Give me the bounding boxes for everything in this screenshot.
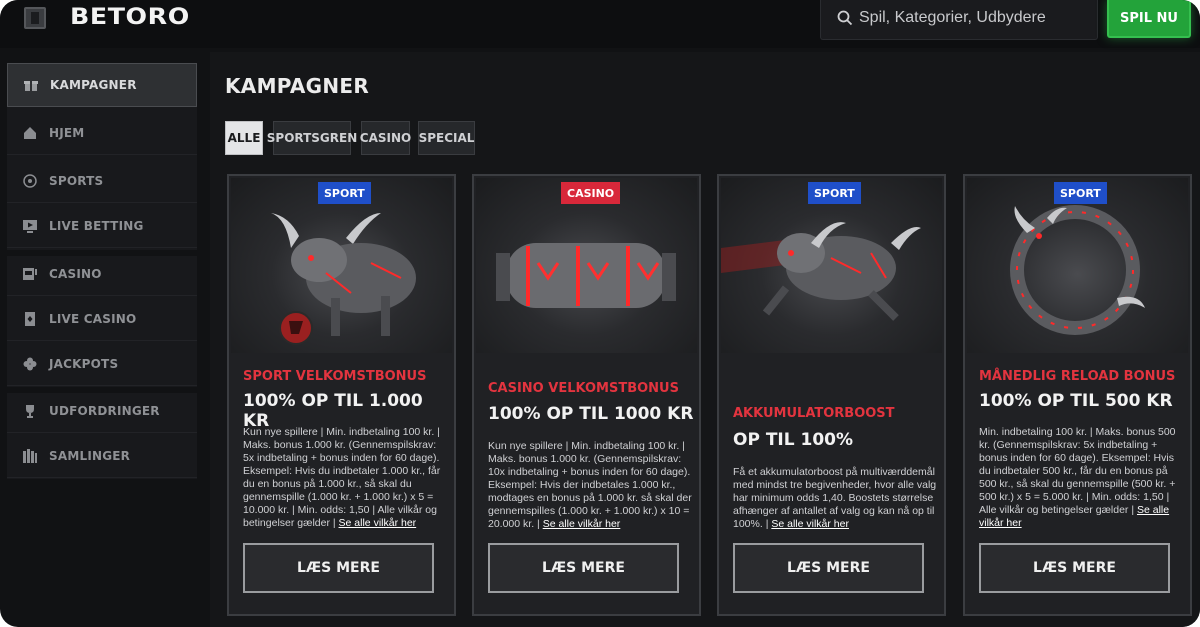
sidebar-item-casino[interactable]: CASINO (7, 252, 197, 296)
gift-icon (23, 77, 39, 93)
sidebar-item-label: JACKPOTS (49, 356, 119, 371)
sidebar-item-label: SAMLINGER (49, 448, 131, 463)
card-description: Kun nye spillere | Min. indbetaling 100 … (243, 426, 441, 529)
home-icon (22, 125, 38, 141)
play-now-button[interactable]: SPIL NU (1107, 0, 1191, 38)
category-tag: SPORT (1054, 182, 1107, 204)
page-title: KAMPAGNER (225, 74, 370, 98)
sidebar-item-label: UDFORDRINGER (49, 403, 160, 418)
main-content: KAMPAGNER ALLE SPORTSGREN CASINO SPECIAL (210, 52, 1200, 627)
sidebar-item-sports[interactable]: SPORTS (7, 159, 197, 203)
sidebar-item-kampagner[interactable]: KAMPAGNER (7, 63, 197, 107)
menu-icon[interactable] (24, 7, 46, 29)
trophy-icon (22, 403, 38, 419)
cards-icon (22, 311, 38, 327)
category-tag: CASINO (561, 182, 621, 204)
football-icon (22, 173, 38, 189)
terms-link[interactable]: Se alle vilkår her (771, 518, 849, 530)
read-more-button[interactable]: LÆS MERE (488, 543, 679, 593)
promo-card-accumulator-boost: SPORT AKKUMULATORBOOST OP TIL 100% Få et… (717, 174, 946, 616)
read-more-button[interactable]: LÆS MERE (733, 543, 924, 593)
card-title: CASINO VELKOMSTBONUS (488, 381, 679, 396)
app-frame: BETORO SPIL NU KAMPAGNER HJEM (0, 0, 1200, 627)
clover-icon (22, 356, 38, 372)
sidebar-item-jackpots[interactable]: JACKPOTS (7, 342, 197, 386)
sidebar-item-udfordringer[interactable]: UDFORDRINGER (7, 389, 197, 433)
slot-reels-image (476, 178, 697, 353)
live-tv-icon (22, 218, 38, 234)
sidebar-item-live-betting[interactable]: LIVE BETTING (7, 204, 197, 248)
sidebar: KAMPAGNER HJEM SPORTS LIVE BETTING CASIN… (7, 63, 197, 479)
read-more-button[interactable]: LÆS MERE (243, 543, 434, 593)
sidebar-item-label: KAMPAGNER (50, 78, 137, 92)
card-headline: OP TIL 100% (733, 430, 854, 450)
sidebar-item-live-casino[interactable]: LIVE CASINO (7, 297, 197, 341)
category-tag: SPORT (808, 182, 861, 204)
collections-icon (22, 448, 38, 464)
promo-card-sport-welcome: SPORT SPORT VELKOMSTBONUS 100% OP TIL 1.… (227, 174, 456, 616)
filter-casino[interactable]: CASINO (360, 121, 411, 155)
sidebar-item-label: HJEM (49, 125, 85, 140)
bull-ring-image (967, 178, 1188, 353)
promo-card-casino-welcome: CASINO CASINO VELKOMSTBONUS 100% OP TIL … (472, 174, 701, 616)
search-icon (837, 10, 853, 26)
slot-icon (22, 266, 38, 282)
card-title: MÅNEDLIG RELOAD BONUS (979, 369, 1176, 384)
sidebar-item-hjem[interactable]: HJEM (7, 111, 197, 155)
logo[interactable]: BETORO (70, 5, 190, 30)
filter-special[interactable]: SPECIAL (418, 121, 475, 155)
charging-bull-image (721, 178, 942, 353)
category-tag: SPORT (318, 182, 371, 204)
terms-link[interactable]: Se alle vilkår her (339, 517, 417, 529)
sidebar-item-label: LIVE CASINO (49, 311, 137, 326)
card-description: Min. indbetaling 100 kr. | Maks. bonus 5… (979, 426, 1176, 529)
top-bar: BETORO SPIL NU (0, 0, 1200, 48)
card-description: Få et akkumulatorboost på multiværddemål… (733, 466, 937, 530)
filter-alle[interactable]: ALLE (225, 121, 263, 155)
sidebar-item-label: LIVE BETTING (49, 218, 144, 233)
card-headline: 100% OP TIL 1.000 KR (243, 391, 423, 431)
bull-football-image (231, 178, 452, 353)
filter-sportsgren[interactable]: SPORTSGREN (267, 121, 357, 155)
card-headline: 100% OP TIL 1000 KR (488, 404, 694, 424)
search-box[interactable] (820, 0, 1098, 40)
promo-card-monthly-reload: SPORT MÅNEDLIG RELOAD BONUS 100% OP TIL … (963, 174, 1192, 616)
search-input[interactable] (859, 6, 1089, 30)
terms-link[interactable]: Se alle vilkår her (543, 518, 621, 530)
card-title: AKKUMULATORBOOST (733, 406, 895, 421)
read-more-button[interactable]: LÆS MERE (979, 543, 1170, 593)
sidebar-item-label: SPORTS (49, 173, 104, 188)
card-description: Kun nye spillere | Min. indbetaling 100 … (488, 440, 692, 530)
sidebar-item-samlinger[interactable]: SAMLINGER (7, 434, 197, 478)
card-title: SPORT VELKOMSTBONUS (243, 369, 427, 384)
sidebar-item-label: CASINO (49, 266, 102, 281)
card-headline: 100% OP TIL 500 KR (979, 391, 1173, 411)
